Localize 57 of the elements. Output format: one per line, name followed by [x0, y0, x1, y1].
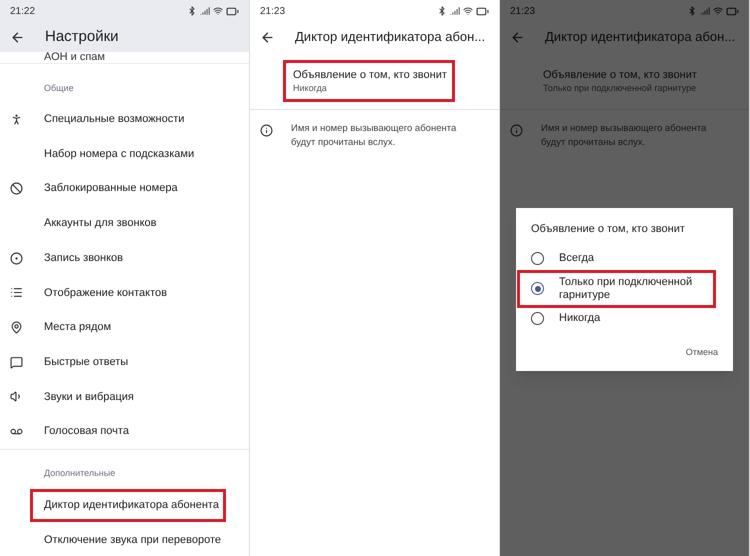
- settings-item[interactable]: Голосовая почта: [44, 423, 129, 440]
- settings-item[interactable]: Заблокированные номера: [44, 180, 178, 197]
- info-text: Имя и номер вызывающего абонента будут прочитаны вслух.: [291, 122, 458, 150]
- back-button[interactable]: [260, 30, 275, 44]
- message-icon: [10, 356, 23, 369]
- settings-item[interactable]: Диктор идентификатора абонента: [44, 496, 219, 514]
- bluetooth-icon: [187, 6, 197, 16]
- signal-icon: [200, 6, 210, 16]
- list-icon: [10, 286, 23, 300]
- radio-button[interactable]: [531, 282, 544, 295]
- wifi-icon: [213, 6, 223, 16]
- setting-value: Никогда: [293, 84, 328, 93]
- battery-icon: [476, 4, 489, 18]
- option-label[interactable]: Всегда: [559, 252, 704, 265]
- section-header: Дополнительные: [44, 467, 116, 480]
- battery-icon: [726, 4, 739, 18]
- speaker-icon: [10, 390, 23, 404]
- settings-item[interactable]: Аккаунты для звонков: [44, 215, 156, 232]
- screen-title: Настройки: [45, 26, 119, 47]
- signal-icon: [700, 6, 710, 16]
- wifi-icon: [713, 6, 723, 16]
- settings-item[interactable]: АОН и спам: [44, 52, 105, 63]
- setting-title[interactable]: Объявление о том, кто звонит: [293, 70, 499, 81]
- section-header: Общие: [44, 82, 74, 95]
- option-label[interactable]: Никогда: [559, 312, 704, 325]
- screen-title: Диктор идентификатора абон...: [545, 28, 736, 46]
- bluetooth-icon: [437, 6, 447, 16]
- status-time: 21:23: [510, 4, 536, 18]
- settings-item[interactable]: Набор номера с подсказками: [44, 146, 194, 162]
- signal-icon: [450, 6, 460, 16]
- settings-item[interactable]: Отображение контактов: [44, 284, 167, 302]
- settings-item[interactable]: Запись звонков: [44, 250, 124, 266]
- record-icon: [10, 252, 23, 265]
- radio-button[interactable]: [531, 312, 544, 325]
- status-time: 21:23: [260, 4, 286, 18]
- wifi-icon: [463, 6, 473, 16]
- settings-item[interactable]: Отключение звука при перевороте: [44, 532, 222, 548]
- setting-value: Только при подключенной гарнитуре: [543, 84, 698, 93]
- status-time: 21:22: [10, 4, 36, 18]
- screen-title: Диктор идентификатора абон...: [295, 28, 486, 46]
- accessibility-icon: [10, 112, 23, 126]
- radio-button[interactable]: [531, 252, 544, 265]
- settings-item[interactable]: Специальные возможности: [44, 111, 184, 128]
- settings-item[interactable]: Звуки и вибрация: [44, 388, 134, 406]
- cancel-button[interactable]: Отмена: [686, 346, 718, 359]
- settings-item[interactable]: Места рядом: [44, 319, 112, 336]
- settings-item[interactable]: Быстрые ответы: [44, 354, 128, 370]
- info-icon: [510, 124, 523, 137]
- location-pin-icon: [10, 320, 23, 334]
- info-icon: [260, 124, 273, 137]
- block-icon: [10, 182, 23, 196]
- battery-icon: [226, 4, 239, 18]
- option-label[interactable]: Только при подключенной гарнитуре: [559, 276, 704, 302]
- bluetooth-icon: [687, 6, 697, 16]
- back-button[interactable]: [10, 30, 25, 44]
- info-text: Имя и номер вызывающего абонента будут прочитаны вслух.: [541, 122, 708, 150]
- dialog-title: Объявление о том, кто звонит: [530, 222, 686, 237]
